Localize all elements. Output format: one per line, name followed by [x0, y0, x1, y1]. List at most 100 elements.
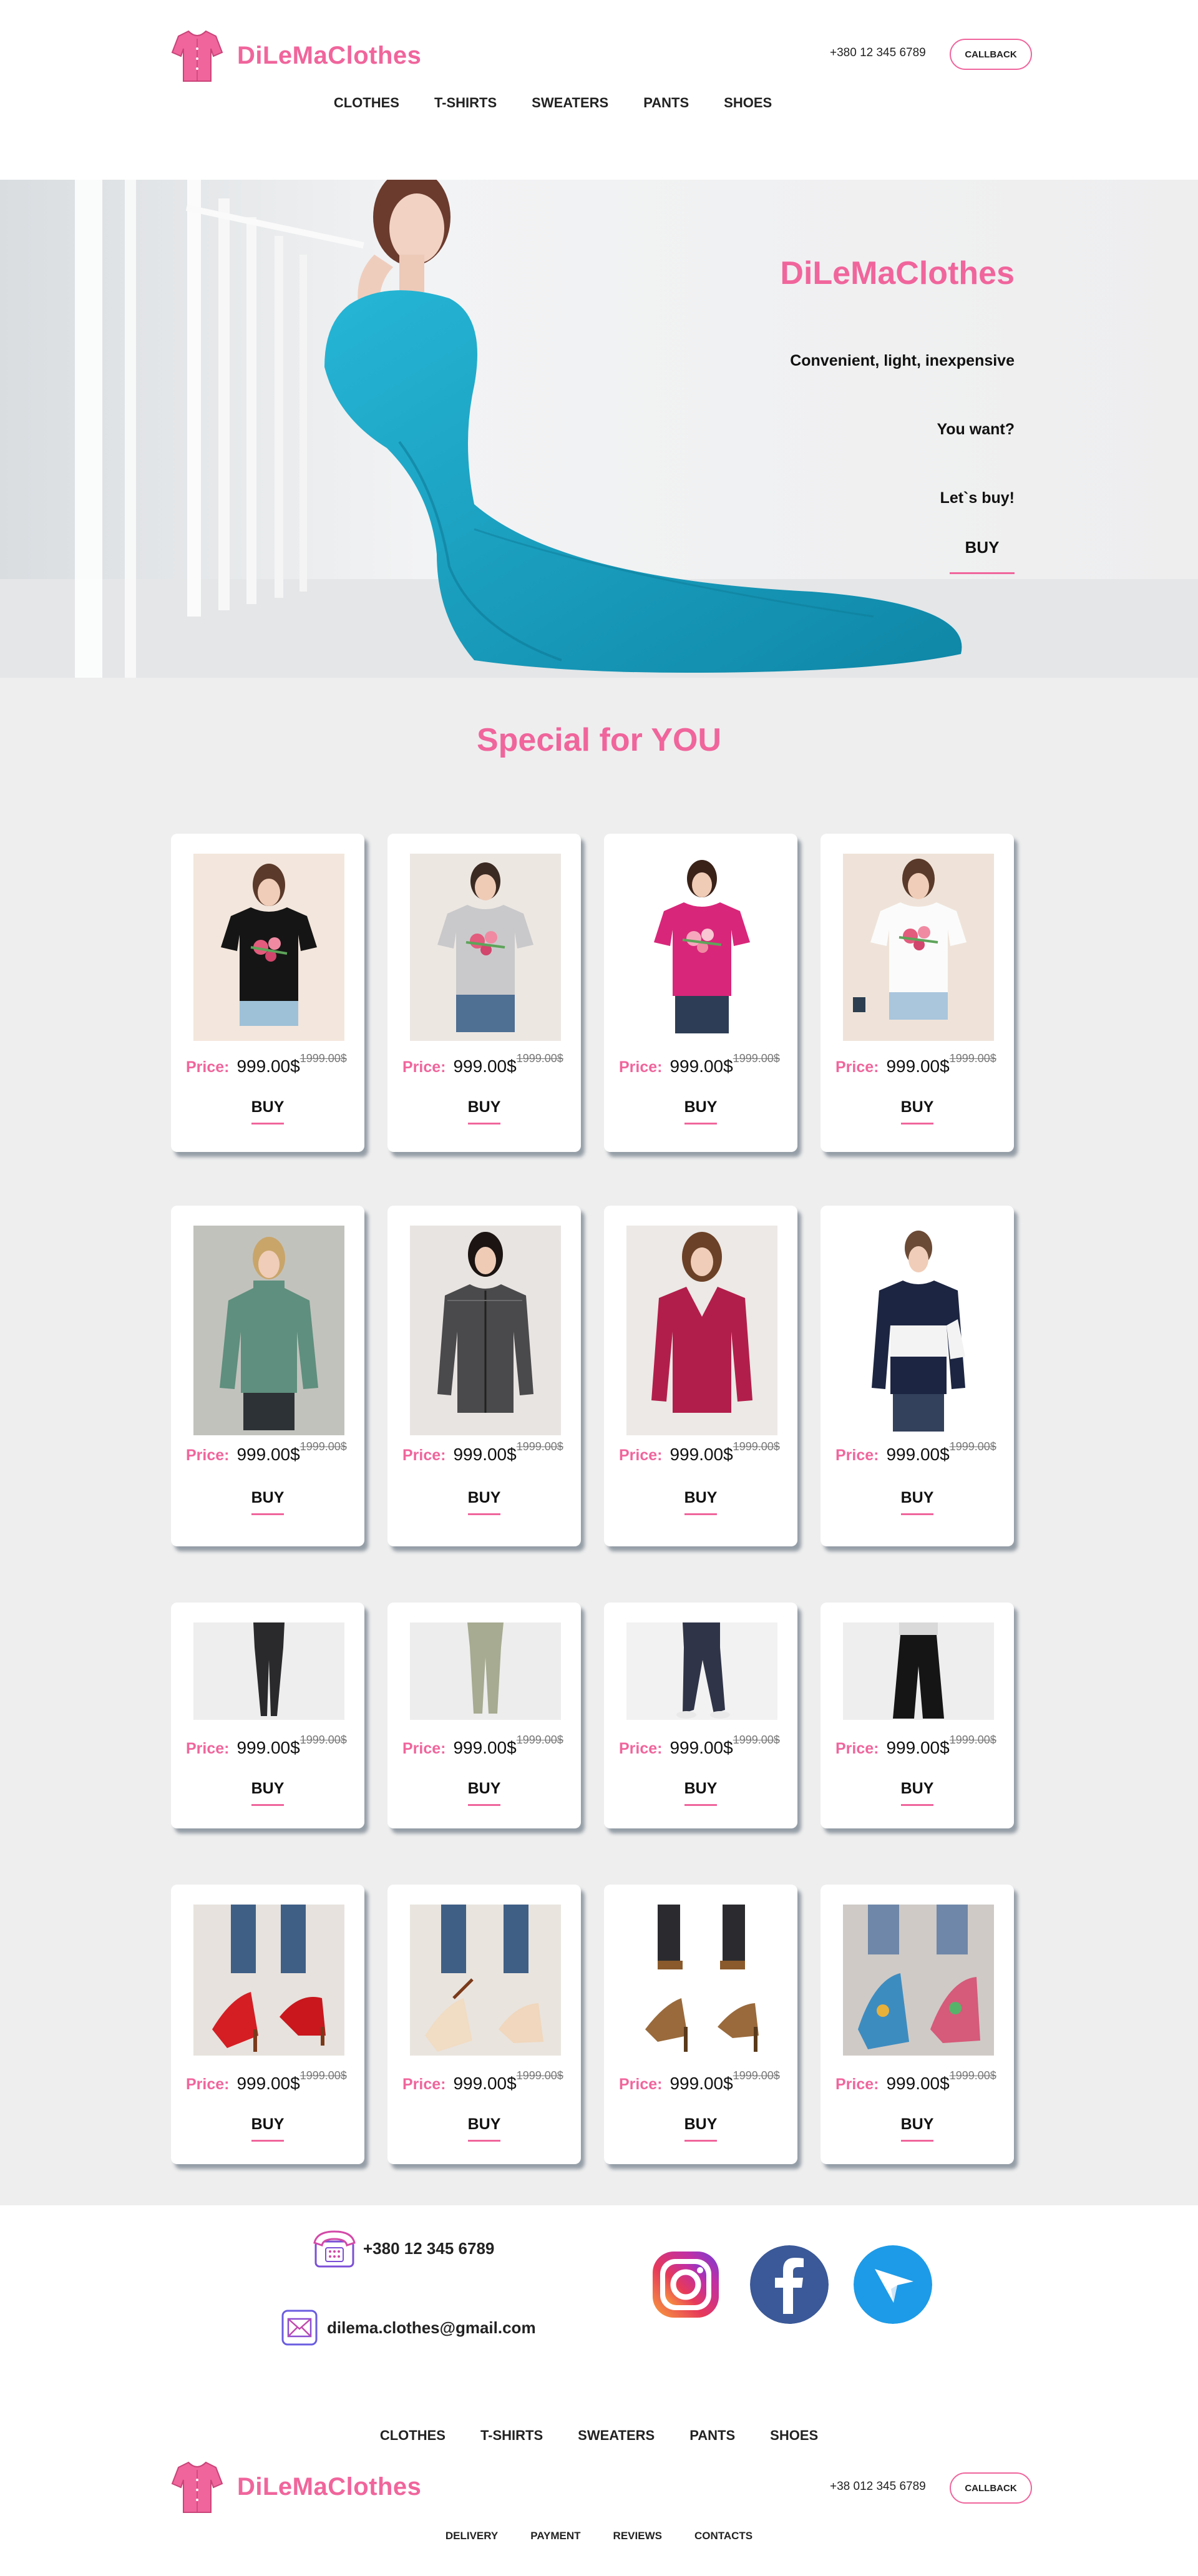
- product-buy-wrap: BUY: [171, 1098, 364, 1125]
- telegram-icon[interactable]: [854, 2245, 932, 2324]
- price-label: Price:: [186, 2076, 230, 2093]
- product-buy-button[interactable]: BUY: [251, 1489, 285, 1515]
- product-buy-button[interactable]: BUY: [684, 1489, 718, 1515]
- product-image[interactable]: [626, 854, 777, 1041]
- contact-phone[interactable]: +380 12 345 6789: [312, 2228, 494, 2269]
- product-card[interactable]: Price: 999.00$ 1999.00$ BUY: [821, 1603, 1014, 1828]
- product-buy-button[interactable]: BUY: [467, 1780, 501, 1806]
- price-old: 1999.00$: [733, 2069, 780, 2082]
- product-image[interactable]: [410, 854, 561, 1041]
- product-card[interactable]: Price: 999.00$ 1999.00$ BUY: [604, 1603, 797, 1828]
- product-buy-button[interactable]: BUY: [467, 1098, 501, 1125]
- product-image[interactable]: [193, 1622, 344, 1720]
- product-card[interactable]: Price: 999.00$ 1999.00$ BUY: [387, 1603, 581, 1828]
- product-card[interactable]: Price: 999.00$ 1999.00$ BUY: [171, 1885, 364, 2164]
- price-label: Price:: [835, 2076, 879, 2093]
- product-image[interactable]: [410, 1905, 561, 2056]
- product-buy-button[interactable]: BUY: [900, 1489, 934, 1515]
- price-old: 1999.00$: [733, 1734, 780, 1746]
- product-buy-wrap: BUY: [604, 1098, 797, 1125]
- product-card[interactable]: Price: 999.00$ 1999.00$ BUY: [821, 1206, 1014, 1546]
- product-buy-button[interactable]: BUY: [900, 1780, 934, 1806]
- price-current: 999.00$: [453, 1738, 517, 1757]
- product-buy-button[interactable]: BUY: [467, 2115, 501, 2142]
- footer-link-payment[interactable]: PAYMENT: [530, 2530, 580, 2542]
- footer-link-delivery[interactable]: DELIVERY: [446, 2530, 498, 2542]
- product-image[interactable]: [410, 1226, 561, 1435]
- nav-item-clothes[interactable]: CLOTHES: [334, 95, 399, 111]
- product-buy-button[interactable]: BUY: [251, 2115, 285, 2142]
- product-card[interactable]: Price: 999.00$ 1999.00$ BUY: [604, 1206, 797, 1546]
- footer-nav-pants[interactable]: PANTS: [689, 2427, 735, 2444]
- contact-email[interactable]: dilema.clothes@gmail.com: [281, 2309, 536, 2346]
- product-card[interactable]: Price: 999.00$ 1999.00$ BUY: [604, 834, 797, 1152]
- product-buy-wrap: BUY: [387, 2115, 581, 2142]
- footer-nav-sweaters[interactable]: SWEATERS: [578, 2427, 655, 2444]
- nav-item-shoes[interactable]: SHOES: [724, 95, 772, 111]
- nav-item-t-shirts[interactable]: T-SHIRTS: [434, 95, 497, 111]
- product-buy-button[interactable]: BUY: [684, 1780, 718, 1806]
- price-row: Price: 999.00$ 1999.00$: [619, 1734, 780, 1758]
- nav-item-sweaters[interactable]: SWEATERS: [532, 95, 608, 111]
- product-card[interactable]: Price: 999.00$ 1999.00$ BUY: [821, 834, 1014, 1152]
- footer-link-reviews[interactable]: REVIEWS: [613, 2530, 662, 2542]
- product-image[interactable]: [843, 1622, 994, 1720]
- product-buy-button[interactable]: BUY: [900, 2115, 934, 2142]
- product-image[interactable]: [843, 854, 994, 1041]
- nav-item-pants[interactable]: PANTS: [643, 95, 689, 111]
- product-image[interactable]: [626, 1622, 777, 1720]
- product-image[interactable]: [193, 854, 344, 1041]
- header-logo[interactable]: DiLeMaClothes: [171, 27, 421, 84]
- product-buy-button[interactable]: BUY: [900, 1098, 934, 1125]
- product-card[interactable]: Price: 999.00$ 1999.00$ BUY: [604, 1885, 797, 2164]
- price-old: 1999.00$: [516, 1734, 563, 1746]
- header-phone[interactable]: +380 12 345 6789: [830, 46, 926, 60]
- contact-email-text: dilema.clothes@gmail.com: [327, 2318, 536, 2337]
- product-buy-wrap: BUY: [821, 1098, 1014, 1125]
- product-image[interactable]: [410, 1622, 561, 1720]
- product-image[interactable]: [626, 1226, 777, 1435]
- footer-nav-shoes[interactable]: SHOES: [770, 2427, 818, 2444]
- price-label: Price:: [186, 1740, 230, 1757]
- footer-nav-clothes[interactable]: CLOTHES: [380, 2427, 446, 2444]
- callback-button[interactable]: CALLBACK: [950, 39, 1032, 70]
- product-card[interactable]: Price: 999.00$ 1999.00$ BUY: [171, 1603, 364, 1828]
- hero-question: You want?: [937, 421, 1015, 438]
- footer-nav-t-shirts[interactable]: T-SHIRTS: [480, 2427, 543, 2444]
- footer-link-contacts[interactable]: CONTACTS: [694, 2530, 752, 2542]
- product-image[interactable]: [843, 1226, 994, 1435]
- product-card[interactable]: Price: 999.00$ 1999.00$ BUY: [171, 1206, 364, 1546]
- product-image[interactable]: [193, 1226, 344, 1435]
- footer-logo[interactable]: DiLeMaClothes: [171, 2459, 421, 2515]
- price-old: 1999.00$: [516, 2069, 563, 2082]
- product-image[interactable]: [193, 1905, 344, 2056]
- product-buy-button[interactable]: BUY: [251, 1780, 285, 1806]
- footer-callback-button[interactable]: CALLBACK: [950, 2472, 1032, 2504]
- product-buy-button[interactable]: BUY: [467, 1489, 501, 1515]
- product-buy-wrap: BUY: [604, 1780, 797, 1806]
- product-card[interactable]: Price: 999.00$ 1999.00$ BUY: [821, 1885, 1014, 2164]
- product-buy-button[interactable]: BUY: [684, 2115, 718, 2142]
- instagram-icon[interactable]: [646, 2245, 725, 2324]
- product-image[interactable]: [626, 1905, 777, 2056]
- product-image[interactable]: [843, 1905, 994, 2056]
- product-buy-wrap: BUY: [387, 1489, 581, 1515]
- footer-phone[interactable]: +38 012 345 6789: [830, 2480, 926, 2494]
- product-buy-wrap: BUY: [171, 1780, 364, 1806]
- product-buy-button[interactable]: BUY: [251, 1098, 285, 1125]
- price-row: Price: 999.00$ 1999.00$: [619, 1052, 780, 1076]
- price-label: Price:: [619, 1740, 663, 1757]
- price-row: Price: 999.00$ 1999.00$: [835, 1440, 996, 1465]
- telephone-icon: [313, 2230, 356, 2268]
- facebook-icon[interactable]: [750, 2245, 829, 2324]
- product-buy-button[interactable]: BUY: [684, 1098, 718, 1125]
- product-buy-wrap: BUY: [387, 1780, 581, 1806]
- product-card[interactable]: Price: 999.00$ 1999.00$ BUY: [387, 1206, 581, 1546]
- product-card[interactable]: Price: 999.00$ 1999.00$ BUY: [171, 834, 364, 1152]
- hero-banner: DiLeMaClothes Convenient, light, inexpen…: [0, 180, 1198, 678]
- hero-buy-button[interactable]: BUY: [950, 538, 1015, 574]
- price-row: Price: 999.00$ 1999.00$: [619, 2069, 780, 2094]
- price-old: 1999.00$: [300, 1440, 347, 1453]
- product-card[interactable]: Price: 999.00$ 1999.00$ BUY: [387, 1885, 581, 2164]
- product-card[interactable]: Price: 999.00$ 1999.00$ BUY: [387, 834, 581, 1152]
